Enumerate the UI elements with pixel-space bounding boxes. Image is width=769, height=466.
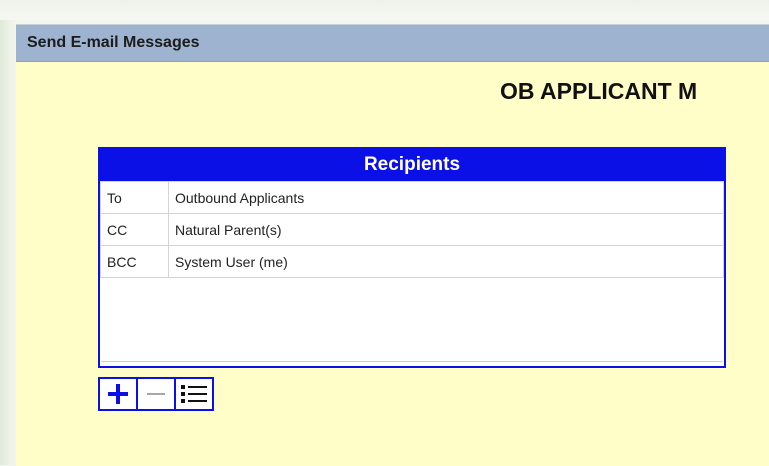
list-bottom-divider xyxy=(101,361,723,362)
recipient-type: CC xyxy=(100,213,169,246)
recipients-list[interactable]: To Outbound Applicants CC Natural Parent… xyxy=(100,181,724,366)
plus-icon xyxy=(108,384,128,404)
recipient-name: Natural Parent(s) xyxy=(168,213,724,246)
background-left xyxy=(0,20,16,465)
list-recipients-button[interactable] xyxy=(174,377,214,411)
recipient-name: System User (me) xyxy=(168,245,724,278)
panel-header: Send E-mail Messages xyxy=(16,25,769,62)
recipients-header: Recipients xyxy=(100,149,724,181)
recipient-row[interactable]: BCC System User (me) xyxy=(100,245,724,278)
page-heading: OB APPLICANT M xyxy=(500,78,698,104)
recipients-table: To Outbound Applicants CC Natural Parent… xyxy=(100,181,724,278)
recipients-box: Recipients To Outbound Applicants CC Nat… xyxy=(98,147,726,368)
background-top xyxy=(0,0,769,20)
recipients-toolbar xyxy=(98,377,214,411)
remove-recipient-button[interactable] xyxy=(136,377,176,411)
list-icon xyxy=(181,383,207,405)
panel-title: Send E-mail Messages xyxy=(27,34,200,51)
minus-icon xyxy=(146,384,166,404)
recipient-type: To xyxy=(100,181,169,214)
add-recipient-button[interactable] xyxy=(98,377,138,411)
recipient-name: Outbound Applicants xyxy=(168,181,724,214)
recipient-row[interactable]: To Outbound Applicants xyxy=(100,181,724,214)
recipient-type: BCC xyxy=(100,245,169,278)
recipient-row[interactable]: CC Natural Parent(s) xyxy=(100,213,724,246)
